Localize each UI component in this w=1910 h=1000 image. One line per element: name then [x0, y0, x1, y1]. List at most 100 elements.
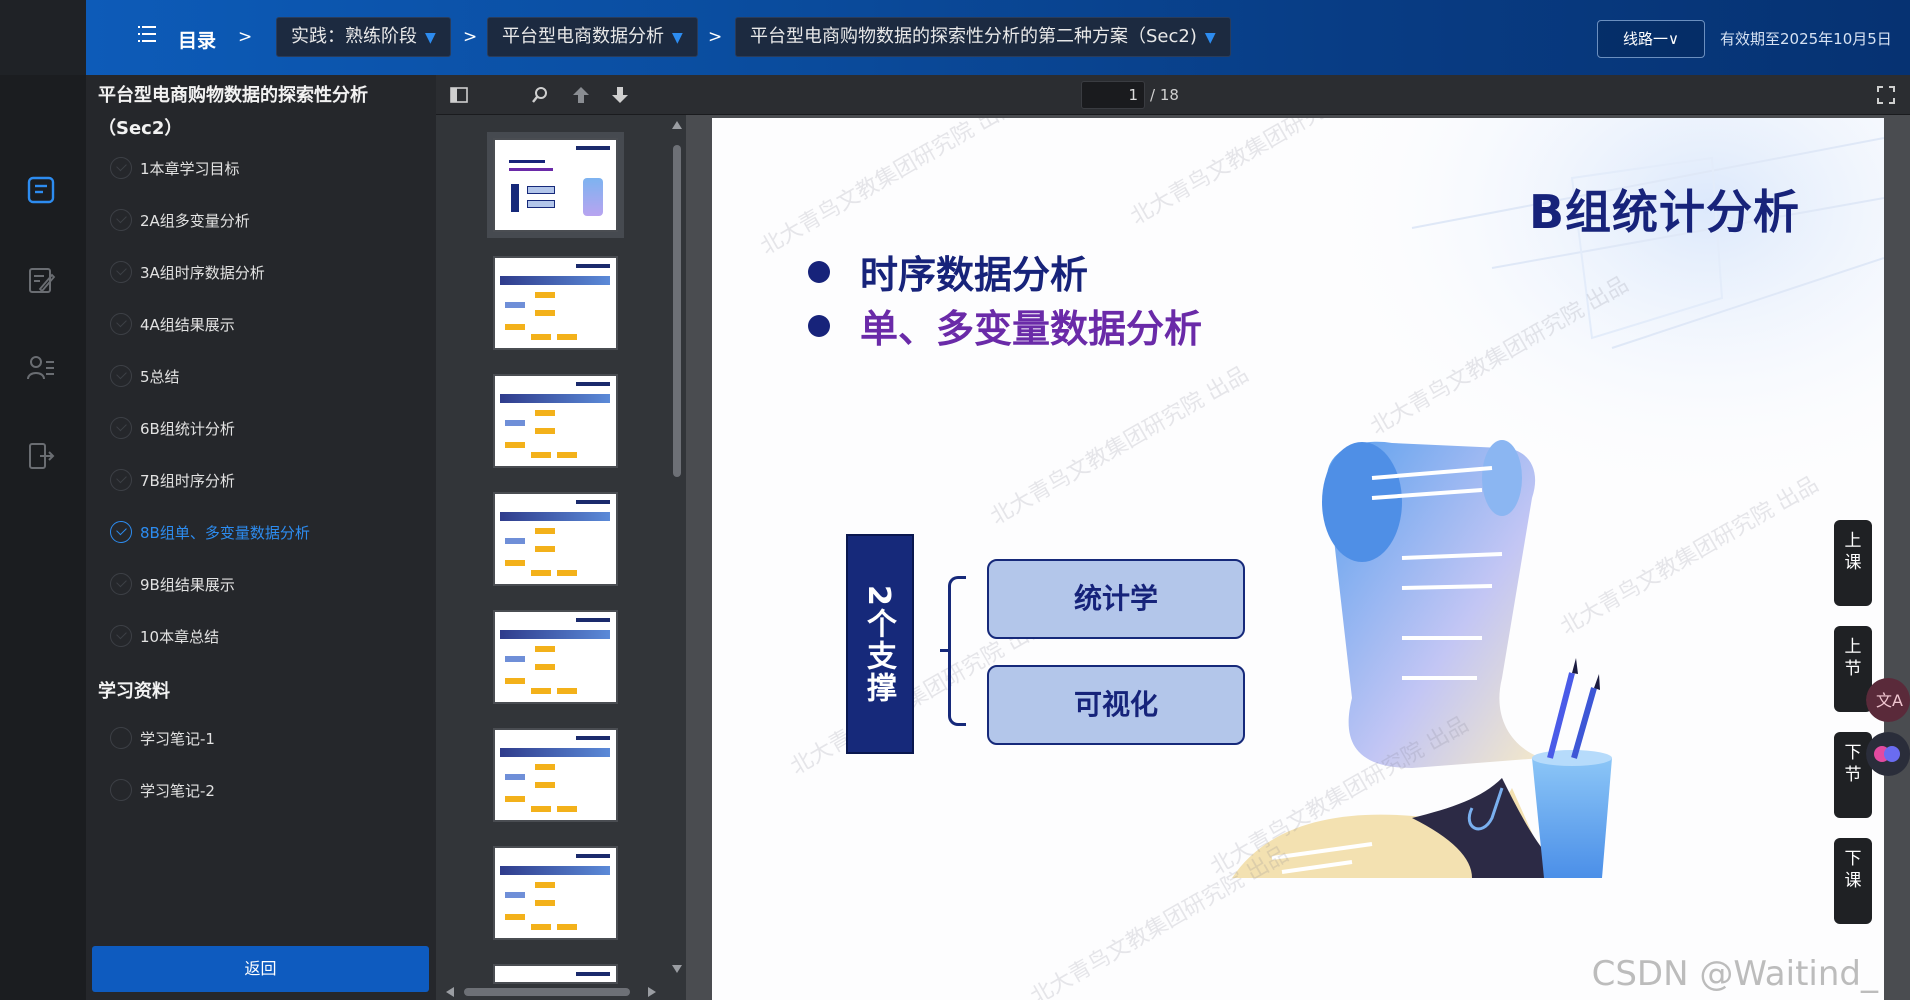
- breadcrumb-separator: >: [708, 27, 723, 47]
- chapter-item[interactable]: 7B组时序分析: [110, 465, 235, 495]
- support-box: 2个支撑: [846, 534, 914, 754]
- chapter-label: 7B组时序分析: [140, 471, 235, 490]
- material-label: 学习笔记-2: [140, 781, 215, 800]
- chapter-item-active[interactable]: 8B组单、多变量数据分析: [110, 517, 310, 547]
- prev-lesson-button[interactable]: 上课: [1834, 520, 1872, 606]
- chapter-item[interactable]: 1本章学习目标: [110, 153, 240, 183]
- translate-icon[interactable]: 文A: [1866, 678, 1910, 722]
- page-thumbnail[interactable]: [493, 374, 618, 468]
- page-thumbnail[interactable]: [493, 846, 618, 940]
- chapter-label: 2A组多变量分析: [140, 211, 250, 230]
- page-number-input[interactable]: 1: [1081, 81, 1145, 109]
- route-select-button[interactable]: 线路一∨: [1597, 20, 1705, 58]
- brace-shape: [948, 576, 966, 726]
- toc-label[interactable]: 目录: [178, 26, 216, 53]
- viewer-toolbar: 1 / 18: [436, 75, 1910, 115]
- exit-icon[interactable]: [26, 441, 56, 471]
- validity-text: 有效期至2025年10月5日: [1720, 30, 1892, 48]
- check-circle-icon: [110, 313, 132, 335]
- slide-bullet: 单、多变量数据分析: [808, 298, 1202, 353]
- next-section-button[interactable]: 下节: [1834, 732, 1872, 818]
- icon-rail: [0, 75, 86, 1000]
- scrollbar-thumb[interactable]: [673, 145, 681, 477]
- check-circle-icon: [110, 469, 132, 491]
- scroll-left-icon[interactable]: [446, 987, 454, 997]
- next-lesson-label: 下课: [1844, 849, 1862, 891]
- material-item[interactable]: 学习笔记-2: [110, 775, 215, 805]
- chapter-label: 6B组统计分析: [140, 419, 235, 438]
- circle-icon: [110, 779, 132, 801]
- bullet-dot-icon: [808, 314, 830, 337]
- page-thumbnail[interactable]: [493, 492, 618, 586]
- user-list-icon[interactable]: [26, 353, 56, 383]
- chapter-item[interactable]: 3A组时序数据分析: [110, 257, 265, 287]
- courseware-icon[interactable]: [26, 175, 56, 205]
- prev-section-label: 上节: [1844, 637, 1862, 679]
- breadcrumb-course-select[interactable]: 平台型电商数据分析 ▼: [487, 17, 698, 57]
- next-lesson-button[interactable]: 下课: [1834, 838, 1872, 924]
- breadcrumb-lesson-select[interactable]: 平台型电商购物数据的探索性分析的第二种方案（Sec2) ▼: [735, 17, 1231, 57]
- thumbnail-vertical-scrollbar[interactable]: [668, 115, 686, 1000]
- bullet-text: 时序数据分析: [860, 253, 1089, 297]
- chapter-item[interactable]: 6B组统计分析: [110, 413, 235, 443]
- fullscreen-icon[interactable]: [1876, 85, 1896, 105]
- chapter-label: 9B组结果展示: [140, 575, 235, 594]
- ai-brain-icon[interactable]: [1866, 732, 1910, 776]
- materials-heading: 学习资料: [98, 681, 170, 702]
- bullet-dot-icon: [808, 260, 830, 283]
- material-label: 学习笔记-1: [140, 729, 215, 748]
- thumbnail-horizontal-scrollbar[interactable]: [436, 983, 668, 1000]
- page-thumbnail[interactable]: [493, 610, 618, 704]
- arrow-up-icon[interactable]: [571, 85, 591, 105]
- scroll-down-icon[interactable]: [672, 965, 682, 973]
- page-thumbnail[interactable]: [493, 964, 618, 984]
- support-pill: 统计学: [987, 559, 1245, 639]
- chapter-label: 1本章学习目标: [140, 159, 240, 178]
- chapter-label: 4A组结果展示: [140, 315, 235, 334]
- chapter-item[interactable]: 10本章总结: [110, 621, 219, 651]
- breadcrumb-course-label: 平台型电商数据分析: [502, 26, 664, 47]
- check-circle-icon: [110, 521, 132, 543]
- scroll-up-icon[interactable]: [672, 121, 682, 129]
- chapter-item[interactable]: 4A组结果展示: [110, 309, 235, 339]
- slide-page: 北大青鸟文教集团研究院 出品 北大青鸟文教集团研究院 出品 北大青鸟文教集团研究…: [712, 118, 1884, 1000]
- breadcrumb-stage-select[interactable]: 实践：熟练阶段 ▼: [276, 17, 451, 57]
- scrollbar-thumb[interactable]: [464, 988, 630, 996]
- top-bar: 目录 > 实践：熟练阶段 ▼ > 平台型电商数据分析 ▼ > 平台型电商购物数据的探…: [0, 0, 1910, 75]
- prev-lesson-label: 上课: [1844, 531, 1862, 573]
- sidebar-toggle-icon[interactable]: [449, 85, 469, 105]
- material-item[interactable]: 学习笔记-1: [110, 723, 215, 753]
- chapter-sidebar: 平台型电商购物数据的探索性分析（Sec2） 1本章学习目标 2A组多变量分析 3…: [86, 75, 436, 1000]
- caret-down-icon: ▼: [425, 30, 436, 46]
- arrow-down-icon[interactable]: [610, 85, 630, 105]
- back-button[interactable]: 返回: [92, 946, 429, 992]
- search-icon[interactable]: [530, 85, 550, 105]
- check-circle-icon: [110, 417, 132, 439]
- caret-down-icon: ▼: [1204, 30, 1216, 46]
- svg-text:文A: 文A: [1876, 691, 1903, 710]
- breadcrumb-separator: >: [463, 27, 478, 47]
- chapter-item[interactable]: 2A组多变量分析: [110, 205, 250, 235]
- slide-bullet: 时序数据分析: [808, 244, 1088, 299]
- page-total: / 18: [1150, 86, 1179, 104]
- chapter-label: 10本章总结: [140, 627, 220, 646]
- chapter-label: 5总结: [140, 367, 180, 386]
- check-circle-icon: [110, 157, 132, 179]
- menu-list-icon[interactable]: [138, 26, 156, 44]
- notes-edit-icon[interactable]: [26, 265, 56, 295]
- scroll-right-icon[interactable]: [648, 987, 656, 997]
- page-thumbnail[interactable]: [493, 728, 618, 822]
- page-thumbnail[interactable]: [487, 132, 624, 238]
- page-thumbnail[interactable]: [493, 256, 618, 350]
- check-circle-icon: [110, 209, 132, 231]
- chapter-item[interactable]: 5总结: [110, 361, 180, 391]
- bullet-text: 单、多变量数据分析: [860, 307, 1203, 351]
- caret-down-icon: ▼: [672, 30, 683, 46]
- lesson-title: 平台型电商购物数据的探索性分析（Sec2）: [98, 85, 368, 139]
- breadcrumb-stage-label: 实践：熟练阶段: [291, 26, 417, 47]
- check-circle-icon: [110, 365, 132, 387]
- chapter-item[interactable]: 9B组结果展示: [110, 569, 235, 599]
- chapter-label: 3A组时序数据分析: [140, 263, 265, 282]
- brace-tip: [940, 649, 950, 652]
- thumbnail-panel: [436, 115, 686, 1000]
